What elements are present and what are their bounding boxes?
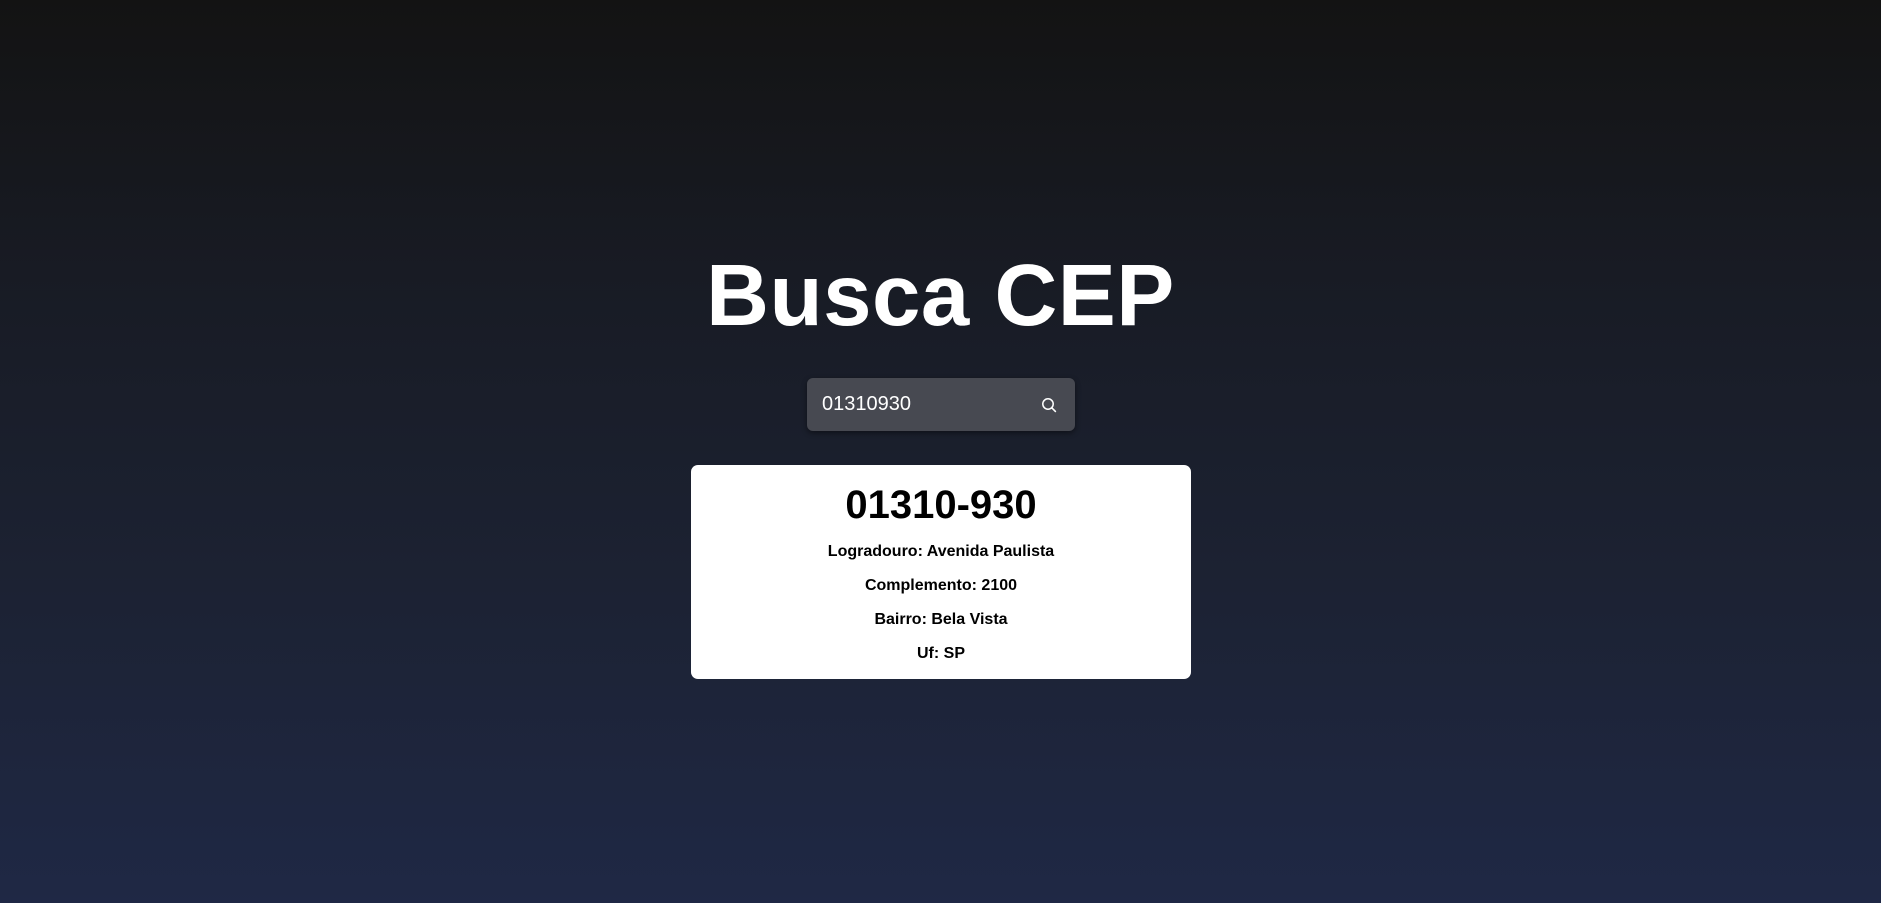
search-box: [807, 378, 1075, 431]
complemento-text: Complemento: 2100: [864, 577, 1018, 594]
bairro-text: Bairro: Bela Vista: [874, 611, 1008, 628]
search-icon: [1042, 397, 1057, 412]
uf-text: Uf: SP: [917, 645, 965, 662]
logradouro-text: Logradouro: Avenida Paulista: [827, 543, 1055, 560]
search-button[interactable]: [1037, 393, 1061, 417]
cep-number: 01310-930: [845, 483, 1037, 527]
page-title: Busca CEP: [706, 247, 1175, 344]
result-card: 01310-930 Logradouro: Avenida Paulista C…: [691, 465, 1191, 679]
cep-search-input[interactable]: [822, 393, 1029, 416]
